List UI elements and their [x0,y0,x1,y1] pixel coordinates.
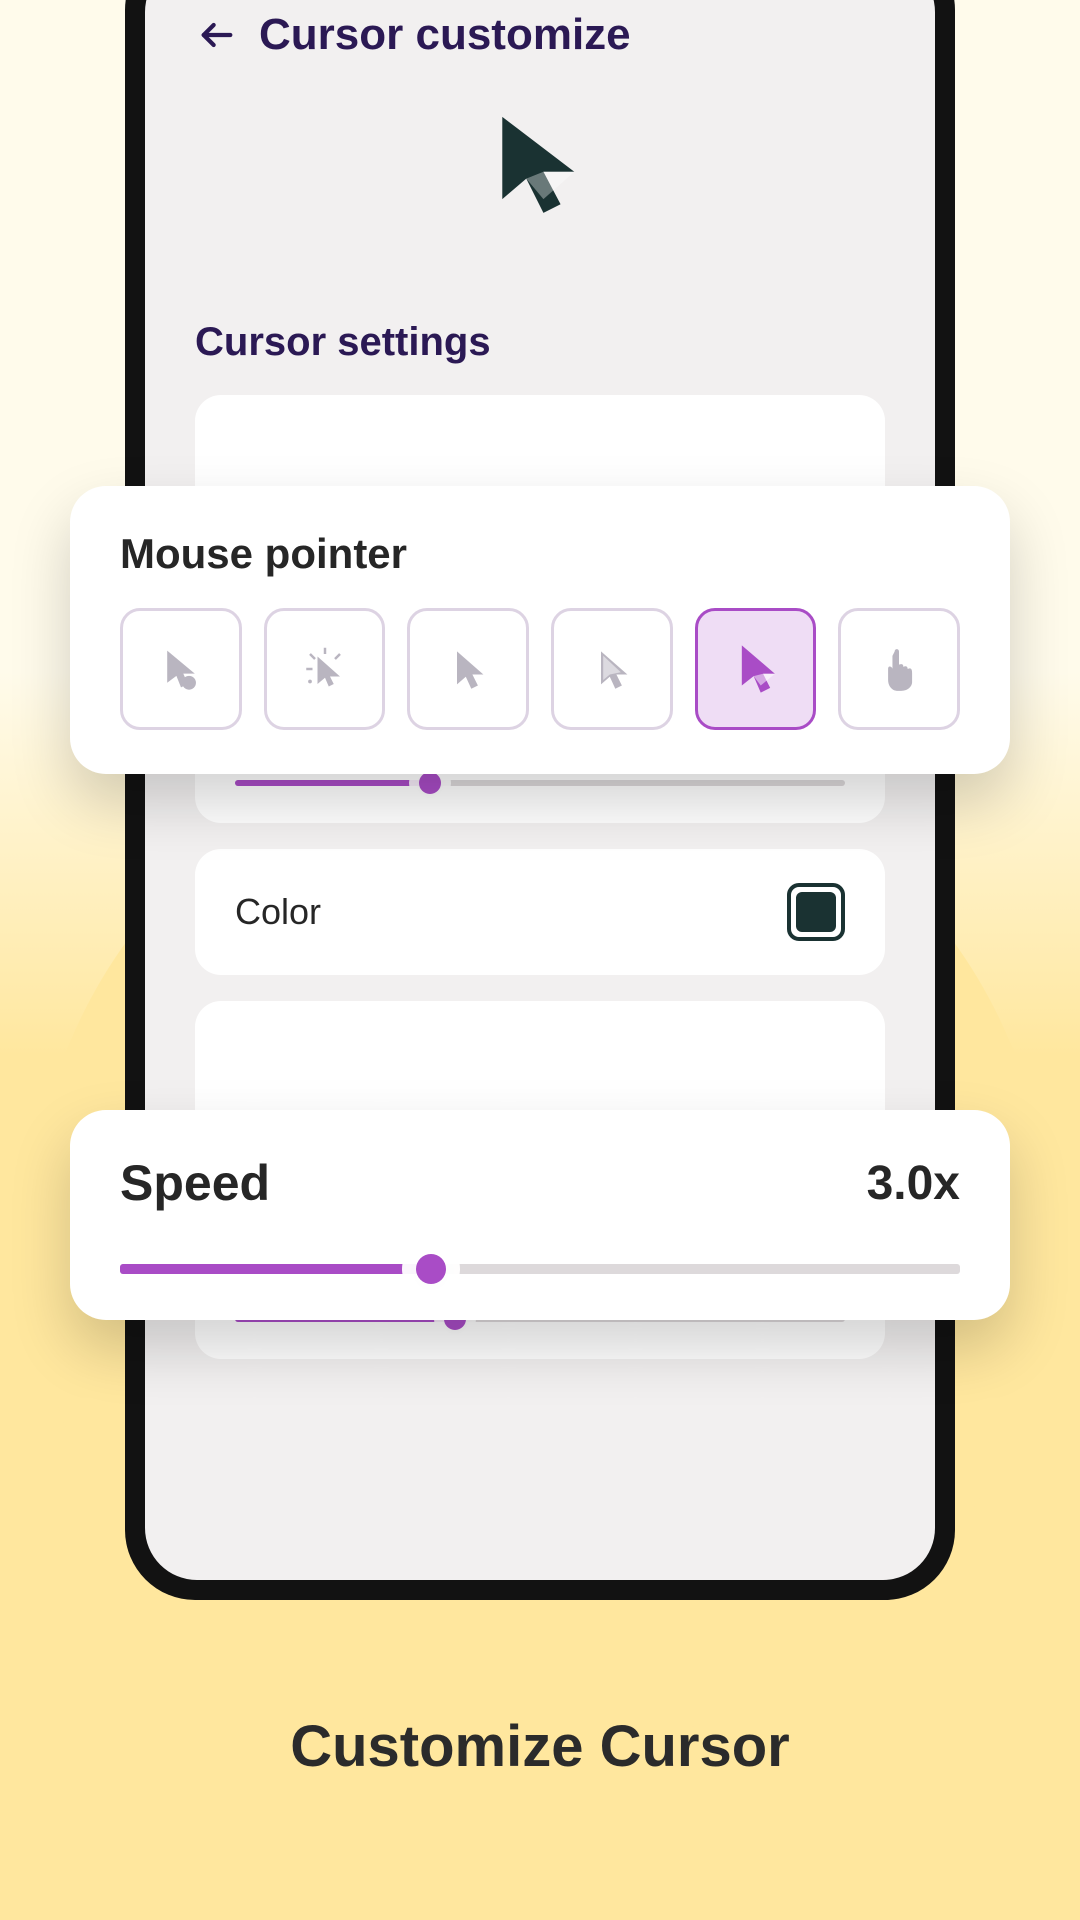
speed-label: Speed [120,1154,270,1212]
slider-thumb[interactable] [416,1254,446,1284]
pointer-option-4[interactable] [551,608,673,730]
phone-frame: Cursor customize Cursor settings Size [125,0,955,1600]
header: Cursor customize [145,0,935,60]
arrow-left-icon [197,15,237,55]
float-card-speed: Speed 3.0x [70,1110,1010,1320]
pointer-options [120,608,960,730]
pointer-option-6[interactable] [838,608,960,730]
slider-fill [235,780,430,786]
card-color[interactable]: Color [195,849,885,975]
pointer-option-2[interactable] [264,608,386,730]
color-swatch-inner [796,892,836,932]
caption: Customize Cursor [0,1713,1080,1780]
speed-value: 3.0x [867,1156,960,1211]
pointer-title: Mouse pointer [120,530,960,578]
page-title: Cursor customize [259,10,631,60]
pointer-option-3[interactable] [407,608,529,730]
section-title: Cursor settings [145,320,935,395]
color-label: Color [235,891,321,933]
pointer-option-5[interactable] [695,608,817,730]
color-swatch[interactable] [787,883,845,941]
slider-fill [120,1264,431,1274]
pointer-option-1[interactable] [120,608,242,730]
cursor-preview-icon [485,110,595,230]
size-slider[interactable] [235,777,845,789]
cursor-preview [145,60,935,320]
speed-slider[interactable] [120,1262,960,1276]
back-button[interactable] [195,13,239,57]
slider-thumb[interactable] [419,772,441,794]
phone-screen: Cursor customize Cursor settings Size [145,0,935,1580]
float-card-pointer: Mouse pointer [70,486,1010,774]
